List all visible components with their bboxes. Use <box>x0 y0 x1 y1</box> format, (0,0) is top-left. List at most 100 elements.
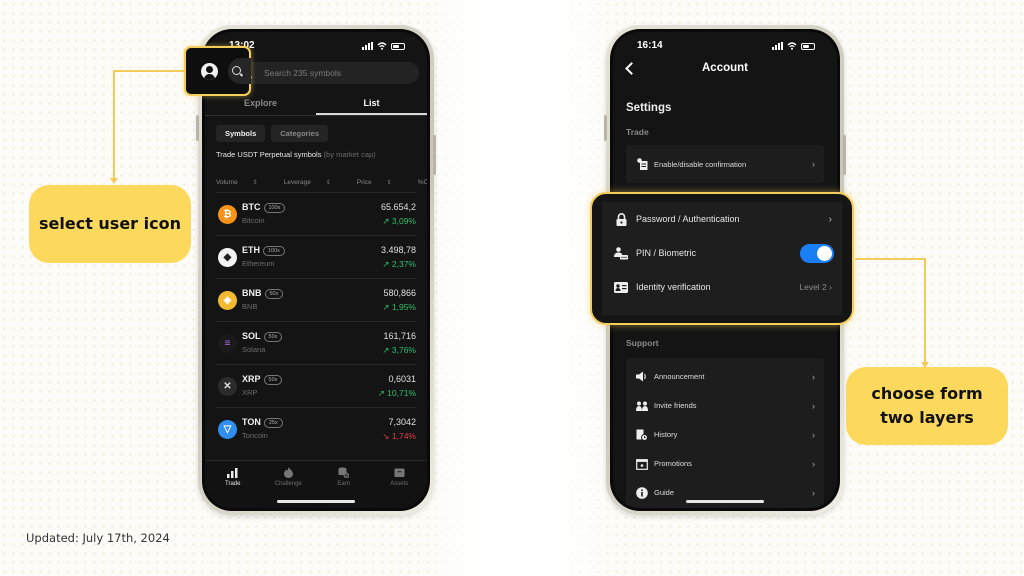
coin-price: 65.654,2 <box>380 202 416 212</box>
tab-list[interactable]: List <box>316 92 427 115</box>
annotation-select-user-icon: select user icon <box>29 185 191 263</box>
info-icon <box>636 486 648 499</box>
coin-symbol: BTC <box>242 202 261 212</box>
coin-row[interactable]: ≡ SOL 50x Solana 161,716 ↗ 3,76% <box>216 321 416 364</box>
chart-bars-icon <box>227 468 238 478</box>
arrow-down-icon <box>110 178 118 184</box>
setting-password-authentication[interactable]: Password / Authentication › <box>602 202 842 236</box>
page-title: Account <box>702 62 748 74</box>
user-icon[interactable] <box>201 63 218 80</box>
leverage-badge: 50x <box>263 332 283 342</box>
sort-change[interactable]: %Change⇕ <box>418 179 427 186</box>
sort-leverage[interactable]: Leverage ⇕ <box>284 179 344 186</box>
sort-icon: ⇕ <box>252 180 258 186</box>
chevron-right-icon: › <box>812 429 815 440</box>
coin-price: 161,716 <box>383 331 416 341</box>
annotation-choose-two-layers: choose form two layers <box>846 367 1008 445</box>
chip-categories[interactable]: Categories <box>271 125 329 142</box>
leverage-badge: 50x <box>264 289 284 299</box>
section-label-trade: Trade <box>626 127 649 137</box>
speaker-icon <box>636 371 648 383</box>
list-description: Trade USDT Perpetual symbols (by market … <box>216 150 376 159</box>
coin-symbol: ETH <box>242 245 260 255</box>
security-settings-highlight: Password / Authentication › PIN / Biomet… <box>590 192 854 325</box>
btc-logo-icon: ₿ <box>218 205 237 224</box>
nav-assets[interactable]: Assets <box>372 467 428 508</box>
sort-icon: ⇕ <box>325 180 331 186</box>
leverage-badge: 50x <box>263 375 283 385</box>
coin-symbol: SOL <box>242 331 261 341</box>
coin-price: 3.498,78 <box>380 245 416 255</box>
chevron-right-icon: › <box>829 282 832 292</box>
coin-change: ↘ 1,74% <box>382 431 416 441</box>
section-label-support: Support <box>626 338 659 348</box>
coin-symbol: XRP <box>242 374 261 384</box>
coin-name: XRP <box>242 388 258 397</box>
coin-row[interactable]: ◆ ETH 100x Ethereum 3.498,78 ↗ 2,37% <box>216 235 416 278</box>
search-icon <box>232 66 241 75</box>
coin-name: Bitcoin <box>242 216 265 225</box>
signal-icon <box>362 42 373 50</box>
calendar-star-icon <box>636 458 648 470</box>
sol-logo-icon: ≡ <box>218 334 237 353</box>
coin-price: 580,866 <box>383 288 416 298</box>
coin-name: Toncoin <box>242 431 268 440</box>
verification-level: Level 2 › <box>799 282 832 292</box>
setting-enable-confirmation[interactable]: Enable/disable confirmation › <box>626 145 824 183</box>
connector-line <box>855 258 925 260</box>
description-muted: (by market cap) <box>323 150 376 159</box>
coin-change: ↗ 3,09% <box>382 216 416 226</box>
coin-change: ↗ 2,37% <box>382 259 416 269</box>
nav-trade[interactable]: Trade <box>205 467 261 508</box>
search-placeholder: Search 235 symbols <box>264 68 342 78</box>
support-card: Announcement › Invite friends › History … <box>626 358 824 508</box>
coin-row[interactable]: ▽ TON 25x Toncoin 7,3042 ↘ 1,74% <box>216 407 416 450</box>
signal-icon <box>772 42 783 50</box>
leverage-badge: 25x <box>263 418 283 428</box>
xrp-logo-icon: ✕ <box>218 377 237 396</box>
chevron-right-icon: › <box>812 400 815 411</box>
setting-pin-biometric[interactable]: PIN / Biometric <box>602 236 842 270</box>
trade-screen: 13:02 Search 235 symbols Explore List Sy… <box>205 32 427 508</box>
coin-name: BNB <box>242 302 258 311</box>
flame-icon <box>283 467 293 478</box>
coin-row[interactable]: ₿ BTC 100x Bitcoin 65.654,2 ↗ 3,09% <box>216 192 416 235</box>
coin-row[interactable]: ◈ BNB 50x BNB 580,866 ↗ 1,95% <box>216 278 416 321</box>
coin-price: 0,6031 <box>388 374 416 384</box>
battery-icon <box>391 42 405 50</box>
eth-logo-icon: ◆ <box>218 248 237 267</box>
home-indicator <box>686 500 764 503</box>
coin-name: Solana <box>242 345 266 354</box>
security-settings-card: Password / Authentication › PIN / Biomet… <box>602 202 842 315</box>
user-keypad-icon <box>614 246 628 260</box>
wifi-icon <box>377 42 387 50</box>
battery-icon <box>801 42 815 50</box>
settings-heading: Settings <box>626 102 672 114</box>
support-item-promotions[interactable]: Promotions › <box>626 449 824 478</box>
description-text: Trade USDT Perpetual symbols <box>216 150 322 159</box>
support-item-invite-friends[interactable]: Invite friends › <box>626 391 824 420</box>
pin-biometric-toggle[interactable] <box>800 243 834 263</box>
coin-change: ↗ 1,95% <box>382 302 416 312</box>
leverage-badge: 100x <box>263 246 285 256</box>
users-icon <box>636 400 648 412</box>
leverage-badge: 100x <box>263 203 286 213</box>
sort-volume[interactable]: Volume ⇕ <box>216 179 271 186</box>
support-item-history[interactable]: History › <box>626 420 824 449</box>
clipboard-check-icon <box>636 158 648 170</box>
coin-price: 7,3042 <box>388 417 416 427</box>
setting-identity-verification[interactable]: Identity verification Level 2 › <box>602 270 842 304</box>
chevron-right-icon: › <box>812 159 815 169</box>
coin-name: Ethereum <box>242 259 275 268</box>
sort-price[interactable]: Price ⇕ <box>357 179 405 186</box>
support-item-announcement[interactable]: Announcement › <box>626 362 824 391</box>
chip-symbols[interactable]: Symbols <box>216 125 266 142</box>
updated-date: Updated: July 17th, 2024 <box>26 531 170 545</box>
status-bar: 16:14 <box>613 40 837 54</box>
search-input[interactable]: Search 235 symbols <box>233 62 419 84</box>
connector-line <box>113 70 115 178</box>
connector-line <box>113 70 185 72</box>
id-card-icon <box>614 280 628 294</box>
coin-change: ↗ 3,76% <box>382 345 416 355</box>
coin-row[interactable]: ✕ XRP 50x XRP 0,6031 ↗ 10,71% <box>216 364 416 407</box>
